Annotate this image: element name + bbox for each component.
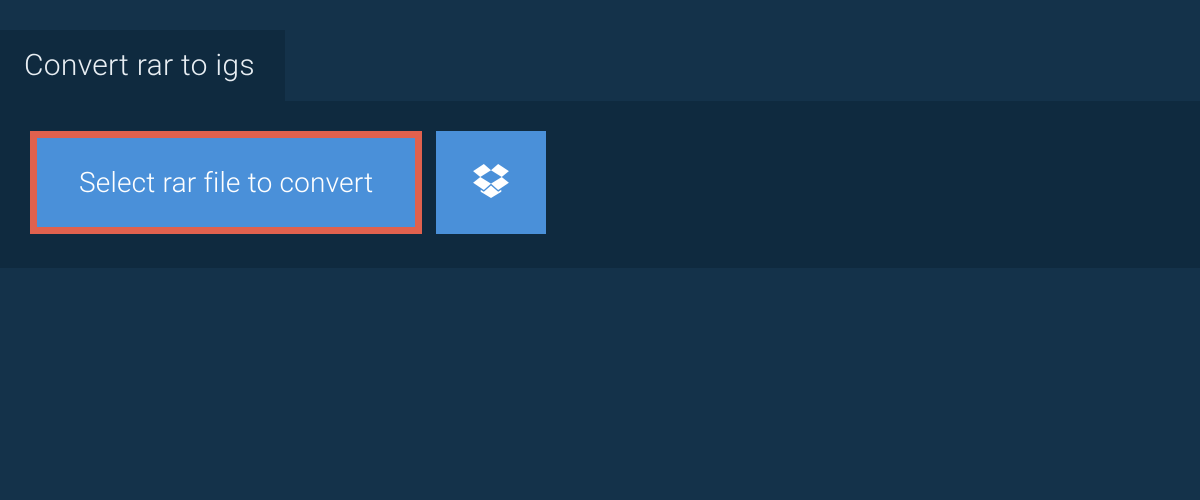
tab-label: Convert rar to igs: [24, 48, 255, 83]
dropbox-icon: [473, 164, 509, 202]
tab-convert[interactable]: Convert rar to igs: [0, 30, 285, 101]
select-file-button[interactable]: Select rar file to convert: [30, 131, 422, 234]
dropbox-button[interactable]: [436, 131, 546, 234]
select-file-label: Select rar file to convert: [79, 166, 373, 199]
tab-bar: Convert rar to igs: [0, 0, 1200, 101]
convert-panel: Select rar file to convert: [0, 101, 1200, 268]
